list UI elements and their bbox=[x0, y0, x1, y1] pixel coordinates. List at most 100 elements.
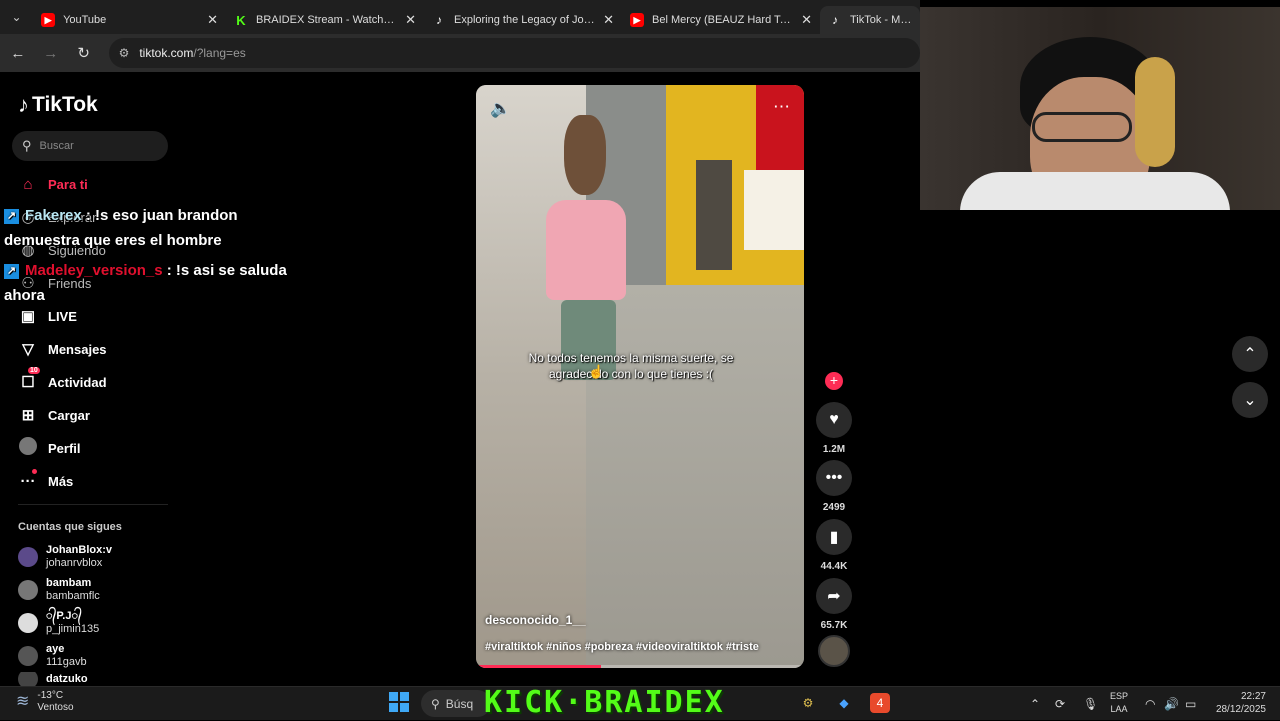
account-username: p_jimin135 bbox=[46, 623, 100, 635]
language-code: ESP bbox=[1110, 691, 1129, 701]
music-disc-avatar[interactable] bbox=[818, 635, 850, 667]
app-icon[interactable]: 4 bbox=[870, 693, 890, 713]
forward-arrow-icon[interactable]: → bbox=[36, 38, 66, 68]
battery-icon[interactable]: ▭ bbox=[1185, 687, 1196, 721]
video-hashtags[interactable]: #viraltiktok #niños #pobreza #videoviral… bbox=[485, 641, 759, 653]
save-button[interactable]: ▮ 44.4K bbox=[816, 519, 852, 572]
avatar bbox=[18, 613, 38, 633]
video-frame-child bbox=[546, 115, 626, 445]
search-icon: ⚲ bbox=[431, 696, 440, 711]
video-player[interactable]: 🔈 ⋯ No todos tenemos la misma suerte, se… bbox=[476, 85, 804, 668]
bookmark-icon: ▮ bbox=[816, 519, 852, 555]
browser-tab-bar: ⌄ ▶ YouTube ✕ K BRAIDEX Stream - Watch L… bbox=[0, 0, 920, 34]
sidebar-item-actividad[interactable]: ☐ 10 Actividad bbox=[18, 367, 178, 394]
video-progress-bar[interactable] bbox=[476, 665, 804, 668]
home-icon: ⌂ bbox=[23, 175, 33, 193]
tiktok-logo[interactable]: ♪ TikTok bbox=[18, 92, 98, 118]
tab-youtube[interactable]: ▶ YouTube ✕ bbox=[33, 6, 226, 34]
logo-text: TikTok bbox=[32, 93, 98, 116]
chevron-up-icon: ⌃ bbox=[1243, 346, 1257, 363]
weather-widget[interactable]: ≋ -13°C Ventoso bbox=[16, 690, 74, 714]
sidebar-item-cargar[interactable]: ⊞ Cargar bbox=[18, 403, 178, 427]
clock-date: 28/12/2025 bbox=[1215, 704, 1266, 715]
volume-icon[interactable]: 🔈 bbox=[490, 99, 511, 119]
avatar bbox=[18, 672, 38, 686]
account-username: 111gavb bbox=[46, 656, 87, 668]
app-icon[interactable]: ◆ bbox=[834, 693, 854, 713]
close-icon[interactable]: ✕ bbox=[207, 12, 218, 28]
tab-title: BRAIDEX Stream - Watch Live o bbox=[256, 14, 397, 26]
search-placeholder: Buscar bbox=[39, 140, 74, 152]
tab-bel-mercy[interactable]: ▶ Bel Mercy (BEAUZ Hard Techno ✕ bbox=[622, 6, 820, 34]
sidebar-item-para-ti[interactable]: ⌂ Para ti bbox=[18, 172, 178, 196]
following-account[interactable]: aye 111gavb bbox=[18, 641, 168, 671]
search-icon: ⚲ bbox=[22, 138, 32, 153]
like-button[interactable]: ♥ 1.2M bbox=[816, 402, 852, 455]
tab-search-chevron-icon[interactable]: ⌄ bbox=[0, 0, 33, 34]
following-account[interactable]: datzuko bbox=[18, 672, 168, 686]
site-settings-icon[interactable]: ⚙ bbox=[119, 46, 130, 60]
like-count: 1.2M bbox=[822, 444, 846, 455]
chat-message: ↗ Madeley_version_s : !s asi se saluda ah… bbox=[4, 258, 314, 308]
clock-time: 22:27 bbox=[1240, 691, 1266, 702]
tab-title: YouTube bbox=[63, 14, 107, 26]
sidebar-item-label: Perfil bbox=[48, 440, 81, 456]
volume-icon[interactable]: 🔊 bbox=[1164, 687, 1179, 721]
browser-toolbar: ← → ↻ ⚙ tiktok.com/?lang=es bbox=[0, 34, 920, 72]
tab-title: TikTok - Make Y bbox=[850, 14, 912, 26]
tiktok-note-icon: ♪ bbox=[18, 92, 29, 117]
youtube-icon: ▶ bbox=[41, 13, 56, 27]
tab-braidex-stream[interactable]: K BRAIDEX Stream - Watch Live o ✕ bbox=[226, 6, 424, 34]
previous-video-button[interactable]: ⌃ bbox=[1232, 336, 1268, 372]
video-frame-door bbox=[696, 160, 732, 270]
chat-username: Fakerex bbox=[25, 207, 82, 224]
next-video-button[interactable]: ⌄ bbox=[1232, 382, 1268, 418]
close-icon[interactable]: ✕ bbox=[405, 12, 416, 28]
wifi-icon[interactable]: ◠ bbox=[1145, 687, 1155, 721]
sidebar-item-perfil[interactable]: Perfil bbox=[18, 436, 178, 460]
avatar bbox=[18, 646, 38, 666]
system-clock[interactable]: 22:27 28/12/2025 bbox=[1212, 690, 1266, 716]
chevron-up-icon[interactable]: ⌃ bbox=[1030, 687, 1040, 721]
sidebar-item-mas[interactable]: ··· Más bbox=[18, 468, 178, 493]
tiktok-icon: ♪ bbox=[832, 13, 838, 27]
tab-title: Bel Mercy (BEAUZ Hard Techno bbox=[652, 14, 793, 26]
url-host: tiktok.com bbox=[139, 46, 194, 60]
kick-braidex-banner: KICK·BRAIDEX bbox=[484, 685, 725, 720]
sidebar-item-label: LIVE bbox=[48, 308, 77, 324]
comment-button[interactable]: ••• 2499 bbox=[816, 460, 852, 513]
microphone-icon[interactable]: 🎙 bbox=[1083, 687, 1098, 721]
chevron-down-icon: ⌄ bbox=[1243, 392, 1257, 409]
kick-icon: K bbox=[236, 12, 246, 28]
taskbar-search-label: Búsq bbox=[445, 696, 474, 711]
back-arrow-icon[interactable]: ← bbox=[3, 38, 33, 68]
following-account[interactable]: bambam bambamflc bbox=[18, 575, 168, 605]
close-icon[interactable]: ✕ bbox=[801, 12, 812, 28]
language-indicator[interactable]: ESP LAA bbox=[1110, 690, 1128, 716]
follow-plus-button[interactable]: + bbox=[825, 372, 843, 390]
following-account[interactable]: JohanBlox:v johanrvblox bbox=[18, 542, 168, 572]
video-author[interactable]: desconocido_1__ bbox=[485, 613, 586, 627]
share-count: 65.7K bbox=[820, 620, 848, 631]
account-name: bambam bbox=[46, 577, 92, 589]
tab-tiktok-active[interactable]: ♪ TikTok - Make Y bbox=[820, 6, 920, 34]
activity-icon: ☐ 10 bbox=[21, 367, 40, 391]
tab-exploring-legacy[interactable]: ♪ Exploring the Legacy of José Jo ✕ bbox=[424, 6, 622, 34]
more-options-icon[interactable]: ⋯ bbox=[773, 97, 790, 117]
reload-icon[interactable]: ↻ bbox=[69, 38, 99, 68]
video-frame-poster bbox=[744, 170, 804, 250]
sidebar-item-label: Cargar bbox=[48, 407, 90, 423]
search-input[interactable]: ⚲ Buscar bbox=[12, 131, 168, 161]
share-icon: ➦ bbox=[816, 578, 852, 614]
following-account[interactable]: ᭄P.J᭄ p_jimin135 bbox=[18, 608, 168, 638]
app-icon[interactable]: ⚙ bbox=[798, 693, 818, 713]
sidebar-item-label: Para ti bbox=[48, 176, 88, 192]
sync-icon[interactable]: ⟳ bbox=[1055, 687, 1065, 721]
sidebar-item-mensajes[interactable]: ▽ Mensajes bbox=[18, 337, 178, 361]
close-icon[interactable]: ✕ bbox=[603, 12, 614, 28]
chat-username: Madeley_version_s bbox=[25, 262, 163, 279]
taskbar-search[interactable]: ⚲ Búsq bbox=[421, 690, 491, 717]
windows-start-icon[interactable] bbox=[389, 692, 409, 712]
share-button[interactable]: ➦ 65.7K bbox=[816, 578, 852, 631]
address-bar[interactable]: ⚙ tiktok.com/?lang=es bbox=[108, 38, 920, 68]
